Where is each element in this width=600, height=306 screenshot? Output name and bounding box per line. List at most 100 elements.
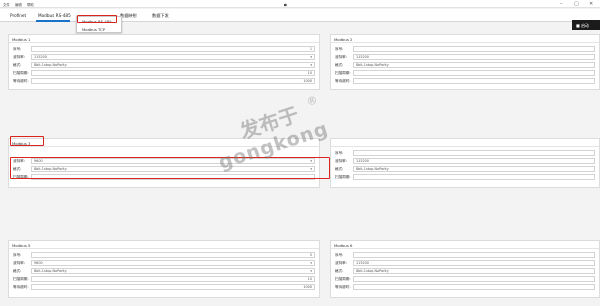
baud-label: 波特率:: [335, 260, 347, 265]
timeout-field[interactable]: 1000: [31, 77, 315, 84]
dropdown-option-tcp[interactable]: Modbus TCP: [82, 27, 105, 32]
chevron-down-icon: ▾: [310, 63, 312, 67]
panel-header: Modbus 2: [331, 35, 599, 43]
scan-period-field[interactable]: 10: [31, 275, 315, 282]
timeout-label: 等待超时:: [335, 284, 351, 289]
scan-period-field[interactable]: [353, 275, 595, 282]
panel-header: Modbus 3: [9, 139, 319, 147]
baud-select[interactable]: 115200: [353, 53, 595, 60]
modbus-panel-6: Modbus 6 序号: 波特率: 115200 格式: 8bit-1stop-No…: [330, 240, 600, 298]
modbus-panel-2: Modbus 2 序号: 波特率: 115200 格式: 8bit-1stop-No…: [330, 34, 600, 90]
tab-modbus-rs485[interactable]: Modbus RS-485: [38, 13, 71, 18]
format-label: 格式:: [335, 268, 344, 273]
close-icon[interactable]: ✕: [589, 1, 593, 7]
panel-header: Modbus 6: [331, 241, 599, 249]
baud-select[interactable]: 115200: [353, 157, 595, 164]
seq-label: 序号:: [13, 252, 22, 257]
run-button-label: 启动: [581, 23, 590, 28]
seq-field[interactable]: [353, 149, 595, 156]
seq-field[interactable]: [353, 45, 595, 52]
scan-period-field[interactable]: [353, 69, 595, 76]
scan-period-field[interactable]: [353, 173, 595, 180]
seq-field[interactable]: [353, 251, 595, 258]
timeout-value: 1000: [303, 79, 312, 83]
panel-title: Modbus 6: [334, 243, 353, 248]
timeout-label: 等待超时:: [13, 78, 29, 83]
seq-label: 序号:: [335, 150, 344, 155]
format-value: 8bit-1stop-NoParity: [356, 269, 389, 273]
menu-edit[interactable]: 编辑: [15, 2, 22, 7]
timeout-field[interactable]: [353, 283, 595, 290]
maximize-icon[interactable]: ▢: [574, 1, 579, 7]
modbus-panel-5: Modbus 5 序号: 5 波特率: 9600 ▾ 格式: 8bit-1stop-No…: [8, 240, 320, 298]
format-value: 8bit-1stop-NoParity: [356, 167, 389, 171]
seq-label: 序号:: [335, 252, 344, 257]
seq-field[interactable]: 1: [31, 45, 315, 52]
minimize-icon[interactable]: –: [560, 1, 563, 7]
modbus-panel-1: Modbus 1 序号: 1 波特率: 115200 ▾ 格式: 8bit-1stop-…: [8, 34, 320, 90]
seq-label: 序号:: [335, 46, 344, 51]
panel-title: Modbus 1: [12, 37, 31, 42]
tab-profinet[interactable]: Profinet: [10, 13, 26, 18]
watermark-registered: ®: [304, 93, 320, 110]
baud-value: 115200: [356, 261, 369, 265]
format-label: 格式:: [13, 268, 22, 273]
baud-value: 115200: [356, 159, 369, 163]
panel-header: Modbus 1: [9, 35, 319, 43]
chevron-down-icon: ▾: [310, 261, 312, 265]
panel-title: Modbus 5: [12, 243, 31, 248]
baud-label: 波特率:: [13, 54, 25, 59]
highlight-baud-format-rows: [10, 157, 330, 179]
format-select[interactable]: 8bit-1stop-NoParity: [353, 267, 595, 274]
tab-data-download[interactable]: 数据下发: [152, 13, 169, 19]
run-button[interactable]: ■ 启动: [572, 20, 600, 30]
format-label: 格式:: [335, 62, 344, 67]
seq-label: 序号:: [13, 46, 22, 51]
baud-label: 波特率:: [335, 158, 347, 163]
active-tab-indicator: [36, 20, 70, 22]
panel-header: [331, 139, 599, 147]
scan-period-field[interactable]: 10: [31, 69, 315, 76]
seq-value: 5: [309, 253, 312, 257]
seq-field[interactable]: 5: [31, 251, 315, 258]
baud-select[interactable]: 9600 ▾: [31, 259, 315, 266]
highlight-rs485-option: [77, 15, 117, 23]
chevron-down-icon: ▾: [310, 55, 312, 59]
timeout-label: 等待超时:: [13, 284, 29, 289]
baud-value: 115200: [356, 55, 369, 59]
highlight-modbus3-title: [10, 136, 44, 146]
scan-period-label: 扫描周期:: [335, 276, 351, 281]
scan-period-label: 扫描周期:: [13, 276, 29, 281]
tab-data-mapping[interactable]: 数据映射: [120, 13, 137, 19]
panel-header: Modbus 5: [9, 241, 319, 249]
format-select[interactable]: 8bit-1stop-NoParity ▾: [31, 61, 315, 68]
baud-label: 波特率:: [335, 54, 347, 59]
format-select[interactable]: 8bit-1stop-NoParity: [353, 165, 595, 172]
scan-period-value: 10: [307, 71, 312, 75]
scan-period-label: 扫描周期:: [335, 70, 351, 75]
baud-select[interactable]: 115200: [353, 259, 595, 266]
timeout-field[interactable]: [353, 77, 595, 84]
scan-period-value: 10: [307, 277, 312, 281]
chevron-down-icon: ▾: [310, 269, 312, 273]
baud-value: 9600: [34, 261, 43, 265]
timeout-label: 等待超时:: [335, 78, 351, 83]
format-value: 8bit-1stop-NoParity: [34, 63, 67, 67]
menu-help[interactable]: 帮助: [27, 2, 34, 7]
baud-value: 115200: [34, 55, 47, 59]
tool-icon[interactable]: ▶: [284, 3, 290, 7]
format-select[interactable]: 8bit-1stop-NoParity ▾: [31, 267, 315, 274]
seq-value: 1: [309, 47, 312, 51]
format-value: 8bit-1stop-NoParity: [356, 63, 389, 67]
panel-title: Modbus 2: [334, 37, 353, 42]
baud-select[interactable]: 115200 ▾: [31, 53, 315, 60]
scan-period-label: 扫描周期:: [335, 174, 351, 179]
menu-file[interactable]: 文件: [3, 2, 10, 7]
timeout-field[interactable]: 1000: [31, 283, 315, 290]
format-value: 8bit-1stop-NoParity: [34, 269, 67, 273]
menu-bar: 文件 编辑 帮助 ✥ ◀ ▶ – ▢ ✕: [0, 0, 600, 8]
format-label: 格式:: [13, 62, 22, 67]
timeout-value: 1000: [303, 285, 312, 289]
modbus-panel-4: 序号: 波特率: 115200 格式: 8bit-1stop-NoParity 扫描…: [330, 138, 600, 188]
format-select[interactable]: 8bit-1stop-NoParity: [353, 61, 595, 68]
